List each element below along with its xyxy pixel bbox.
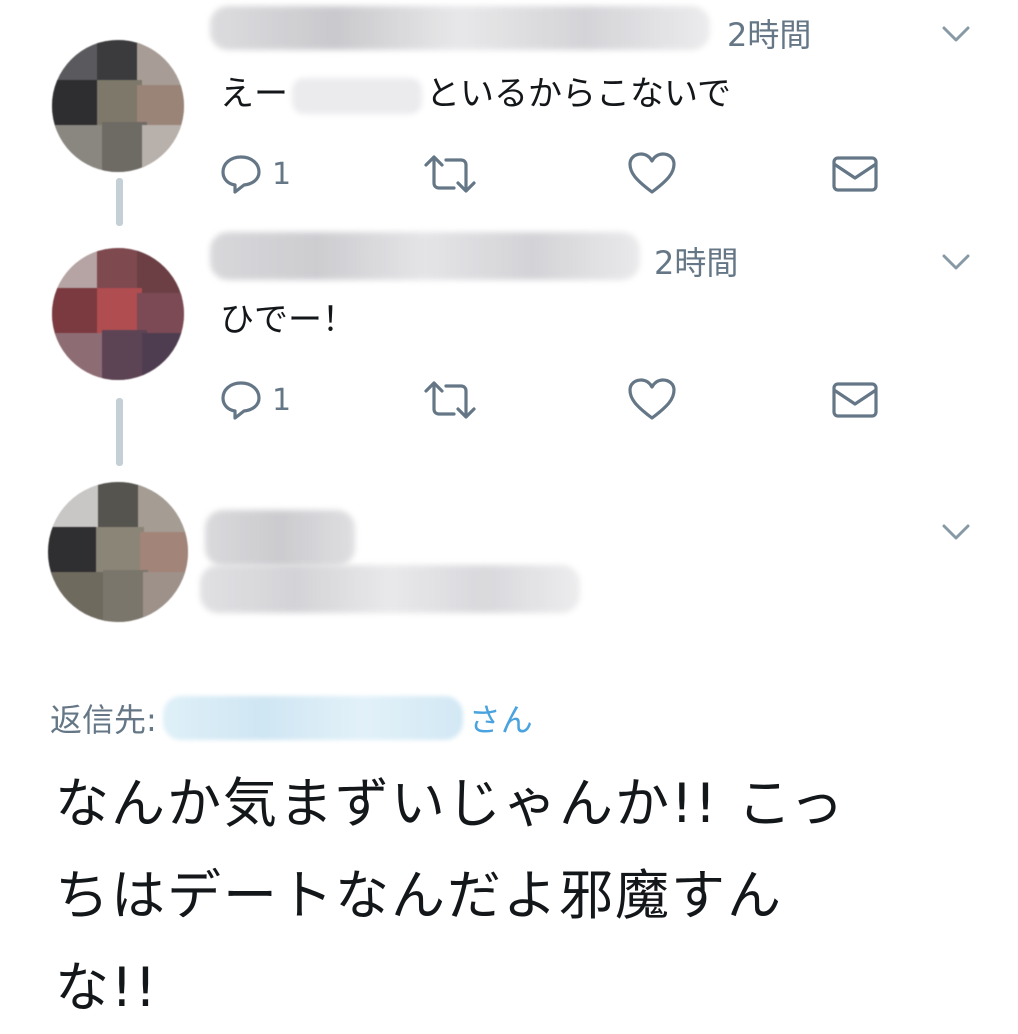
thread-connector (116, 178, 123, 226)
replying-to: 返信先: さん (50, 695, 533, 741)
reply-button[interactable]: 1 (218, 148, 291, 200)
tweet-time[interactable]: 2時間 (654, 238, 738, 284)
reply-icon (221, 381, 261, 420)
reply-handle-redacted[interactable] (162, 696, 463, 740)
like-button[interactable] (626, 374, 678, 426)
dm-button[interactable] (830, 148, 880, 200)
tweet-text: ひでー！ (220, 300, 356, 340)
redacted-name (292, 77, 422, 114)
reply-button[interactable]: 1 (218, 374, 291, 426)
reply-count: 1 (272, 156, 292, 192)
heart-icon (628, 152, 676, 194)
chevron-down-icon[interactable] (938, 250, 974, 274)
envelope-icon (832, 382, 878, 418)
heart-icon (628, 378, 676, 420)
main-tweet-line-1: なんか気まずいじゃんか!! こっ (55, 772, 846, 835)
chevron-down-icon[interactable] (938, 520, 974, 544)
username-redacted[interactable] (210, 6, 710, 50)
thread-connector (116, 398, 123, 466)
retweet-button[interactable] (422, 148, 478, 200)
main-tweet-line-3: な!! (55, 956, 159, 1019)
retweet-icon (424, 381, 476, 419)
dm-button[interactable] (830, 374, 880, 426)
tweet-time[interactable]: 2時間 (727, 10, 811, 56)
retweet-icon (424, 155, 476, 193)
envelope-icon (832, 156, 878, 192)
replying-to-label: 返信先: (50, 701, 157, 739)
tweet-text: えー といるからこないで (220, 66, 731, 115)
main-tweet-line-2: ちはデートなんだよ邪魔すん (55, 864, 783, 927)
text-suffix: といるからこないで (426, 74, 731, 114)
main-tweet-text: なんか気まずいじゃんか!! こっ ちはデートなんだよ邪魔すん な!! (55, 758, 955, 1034)
avatar[interactable] (48, 482, 188, 622)
chevron-down-icon[interactable] (938, 22, 974, 46)
username-redacted[interactable] (210, 232, 640, 280)
replying-to-suffix[interactable]: さん (469, 695, 533, 741)
reply-icon (221, 155, 261, 194)
avatar[interactable] (52, 40, 184, 172)
display-name-redacted[interactable] (205, 510, 355, 566)
username-redacted[interactable] (200, 565, 580, 613)
avatar[interactable] (52, 248, 184, 380)
retweet-button[interactable] (422, 374, 478, 426)
text-prefix: えー (220, 74, 288, 114)
reply-count: 1 (272, 382, 292, 418)
like-button[interactable] (626, 148, 678, 200)
